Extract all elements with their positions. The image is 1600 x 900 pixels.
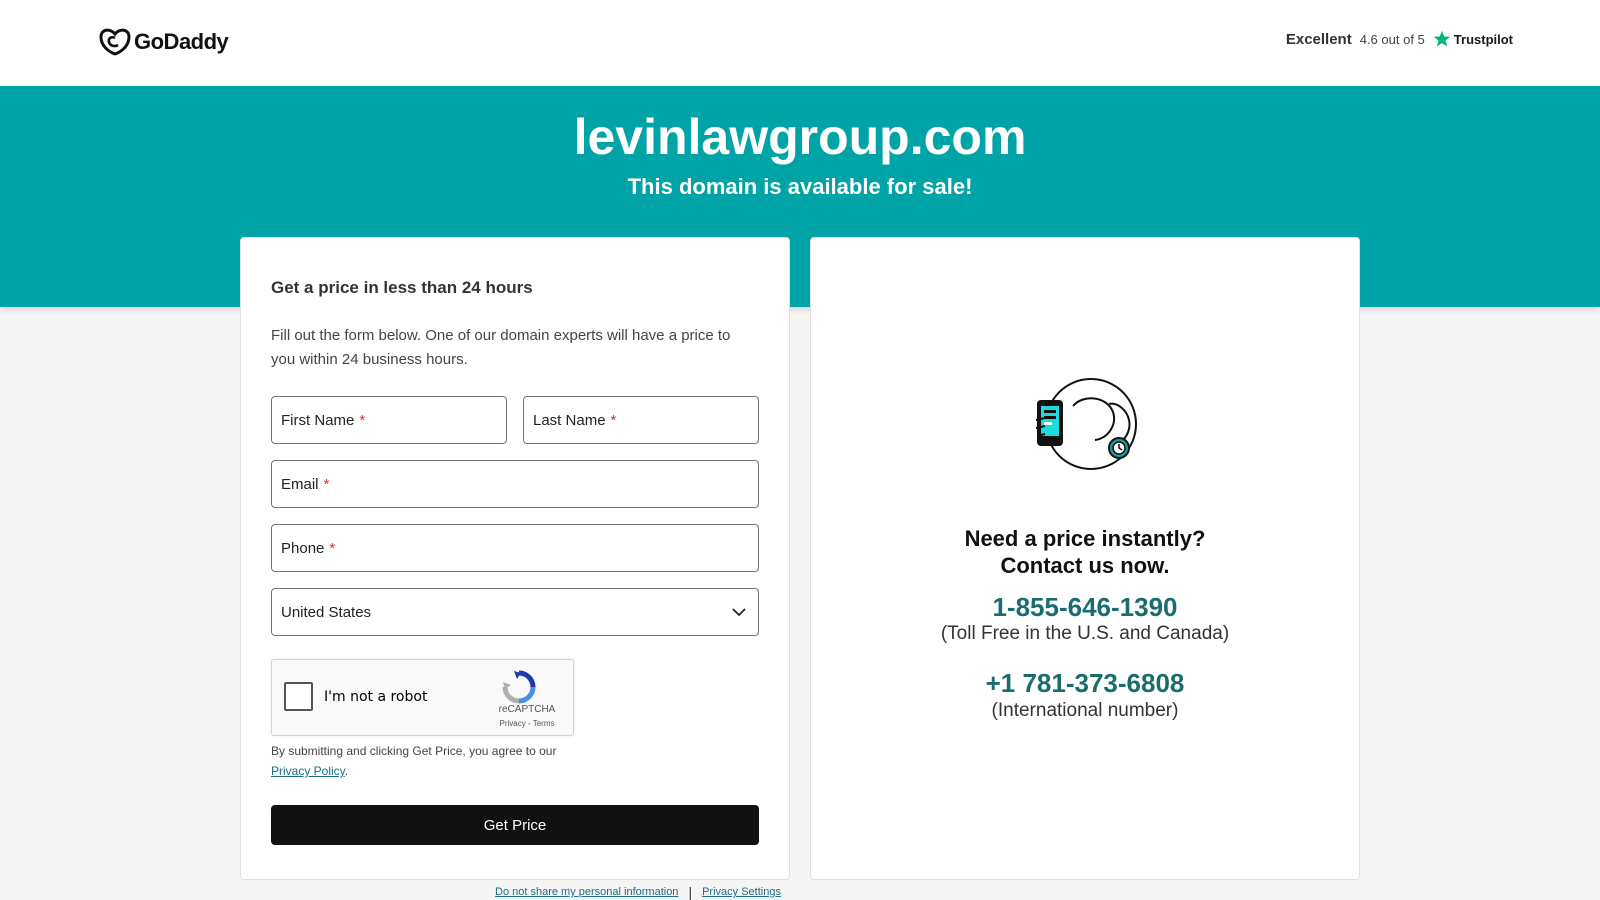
last-name-field[interactable]: Last Name * — [523, 396, 759, 444]
phone-label: Phone — [281, 539, 325, 557]
phone-field[interactable]: Phone * — [271, 524, 759, 572]
instant-heading-line1: Need a price instantly? — [964, 526, 1206, 551]
country-value: United States — [281, 603, 372, 621]
chevron-down-icon — [732, 607, 746, 616]
required-mark: * — [359, 411, 366, 429]
trust-rating-label: Excellent — [1285, 30, 1352, 48]
country-select[interactable]: United States — [271, 588, 759, 636]
do-not-share-link[interactable]: Do not share my personal information — [495, 886, 678, 898]
toll-free-phone-link[interactable]: 1-855-646-1390 — [811, 592, 1359, 623]
email-label: Email — [281, 475, 319, 493]
recaptcha-logo-icon — [502, 670, 536, 704]
phone-support-illustration-icon — [1035, 378, 1137, 470]
recaptcha-links[interactable]: Privacy - Terms — [492, 719, 562, 728]
required-mark: * — [329, 539, 336, 557]
instant-price-heading: Need a price instantly? Contact us now. — [811, 525, 1359, 579]
footer-links: Do not share my personal information | P… — [495, 884, 781, 900]
privacy-settings-link[interactable]: Privacy Settings — [702, 886, 781, 898]
email-field[interactable]: Email * — [271, 460, 759, 508]
terms-period: . — [344, 764, 349, 778]
site-header: GoDaddy Excellent 4.6 out of 5 Trustpilo… — [0, 0, 1600, 86]
star-icon — [1433, 30, 1451, 47]
international-phone-link[interactable]: +1 781-373-6808 — [811, 668, 1359, 699]
get-price-button[interactable]: Get Price — [271, 805, 759, 845]
required-mark: * — [610, 411, 617, 429]
form-title: Get a price in less than 24 hours — [271, 278, 533, 297]
international-note: (International number) — [991, 700, 1179, 721]
trustpilot-text: Trustpilot — [1453, 31, 1513, 47]
required-mark: * — [323, 475, 330, 493]
trustpilot-rating[interactable]: Excellent 4.6 out of 5 Trustpilot — [1286, 30, 1513, 48]
domain-name: levinlawgroup.com — [573, 109, 1027, 165]
first-name-field[interactable]: First Name * — [271, 396, 507, 444]
domain-availability: This domain is available for sale! — [627, 174, 973, 199]
instant-heading-line2: Contact us now. — [1000, 553, 1170, 578]
toll-free-note: (Toll Free in the U.S. and Canada) — [940, 623, 1230, 644]
first-name-label: First Name — [281, 411, 355, 429]
trustpilot-brand: Trustpilot — [1433, 30, 1513, 48]
godaddy-logo[interactable]: GoDaddy — [99, 28, 229, 56]
terms-text: By submitting and clicking Get Price, yo… — [271, 744, 557, 758]
last-name-label: Last Name — [533, 411, 606, 429]
recaptcha-widget: I'm not a robot reCAPTCHA Privacy - Term… — [271, 659, 574, 736]
footer-separator: | — [688, 884, 693, 900]
recaptcha-label: I'm not a robot — [324, 689, 428, 705]
price-request-form: Get a price in less than 24 hours Fill o… — [240, 237, 790, 880]
privacy-policy-link[interactable]: Privacy Policy — [271, 764, 345, 778]
recaptcha-checkbox[interactable] — [284, 682, 313, 711]
terms-notice: By submitting and clicking Get Price, yo… — [271, 741, 601, 781]
godaddy-logo-icon — [99, 28, 131, 56]
contact-card: Need a price instantly? Contact us now. … — [810, 237, 1360, 880]
recaptcha-brand: reCAPTCHA — [498, 704, 556, 715]
trust-score: 4.6 out of 5 — [1359, 31, 1425, 47]
form-description: Fill out the form below. One of our doma… — [271, 327, 731, 368]
logo-text: GoDaddy — [134, 29, 229, 54]
